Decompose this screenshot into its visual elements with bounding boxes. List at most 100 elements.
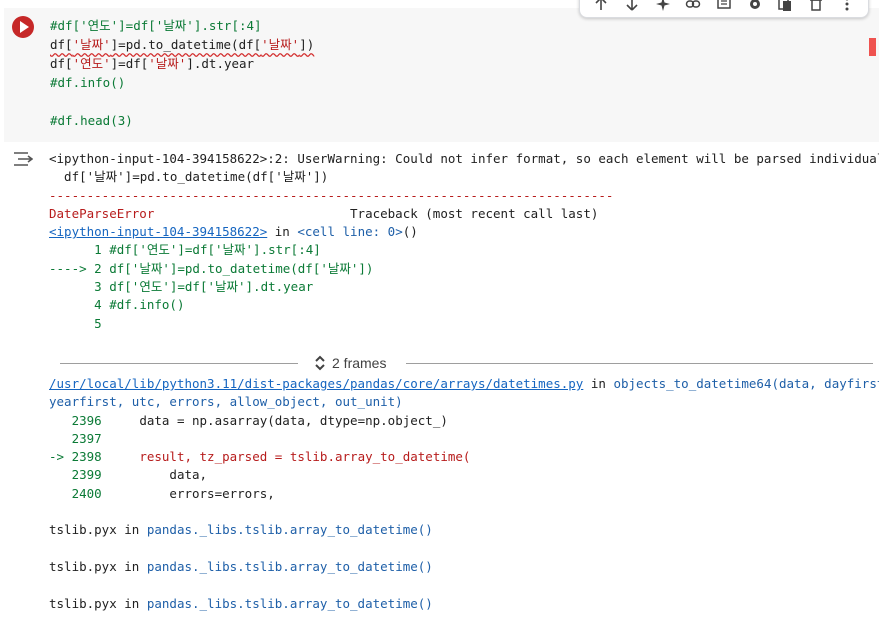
code-token: #df.head(3) <box>50 113 133 128</box>
function-args: yearfirst, utc, errors, allow_object, ou… <box>49 394 403 410</box>
source-code: data = np.asarray(data, dtype=np.object_… <box>109 412 448 428</box>
delete-icon[interactable] <box>805 0 827 15</box>
cell-output-frames: /usr/local/lib/python3.11/dist-packages/… <box>49 375 879 613</box>
frame-location: /usr/local/lib/python3.11/dist-packages/… <box>49 375 879 393</box>
function-name: pandas._libs.tslib.array_to_datetime() <box>146 522 433 538</box>
source-line: 1 #df['연도']=df['날짜'].str[:4] <box>49 241 879 259</box>
traceback-location: <ipython-input-104-394158622> in <cell l… <box>49 223 879 241</box>
source-code: #df['연도']=df['날짜'].str[:4] <box>109 242 321 258</box>
function-args: (data, dayfirst, <box>771 376 879 391</box>
divider <box>406 363 873 364</box>
cell-line-suffix: () <box>402 224 418 240</box>
cell-line-ref: <cell line: 0> <box>297 224 403 240</box>
function-name: pandas._libs.tslib.array_to_datetime() <box>146 595 433 611</box>
tslib-frame: tslib.pyx in pandas._libs.tslib.array_to… <box>49 521 879 539</box>
line-number: 5 <box>49 315 102 331</box>
output-toggle-icon[interactable] <box>13 150 34 168</box>
unfold-icon <box>315 355 325 371</box>
source-line: 3 df['연도']=df['날짜'].dt.year <box>49 278 879 296</box>
line-number: 2400 <box>49 485 110 501</box>
line-number: 2397 <box>49 430 102 446</box>
line-number: 2399 <box>49 467 110 483</box>
line-number: 4 <box>49 297 110 313</box>
in-text: in <box>116 558 147 574</box>
source-line: 4 #df.info() <box>49 296 879 314</box>
comment-icon[interactable] <box>713 0 735 15</box>
frame-file: tslib.pyx <box>49 522 117 538</box>
code-token: ]=pd.to_datetime(df[ <box>110 37 262 52</box>
arrow-up-icon[interactable] <box>590 0 612 15</box>
in-text: in <box>116 595 147 611</box>
tslib-frame: tslib.pyx in pandas._libs.tslib.array_to… <box>49 595 879 613</box>
sparkle-icon[interactable] <box>652 0 674 15</box>
frame-file: tslib.pyx <box>49 558 117 574</box>
divider <box>60 363 298 364</box>
code-line: df['날짜']=pd.to_datetime(df['날짜']) <box>50 35 314 54</box>
traceback-label: Traceback (most recent call last) <box>154 205 599 221</box>
tslib-frame: tslib.pyx in pandas._libs.tslib.array_to… <box>49 558 879 576</box>
gear-icon[interactable] <box>744 0 766 15</box>
traceback-header: DateParseError Traceback (most recent ca… <box>49 205 879 223</box>
code-token: ]=df[ <box>110 56 149 71</box>
line-number: ----> 2 <box>49 260 110 276</box>
frame-line: -> 2398 result, tz_parsed = tslib.array_… <box>49 448 879 466</box>
notebook-cell: #df['연도']=df['날짜'].str[:4] df['날짜']=pd.t… <box>0 0 879 619</box>
more-vert-icon[interactable] <box>836 0 858 15</box>
expand-frames-button[interactable]: 2 frames <box>314 353 386 373</box>
code-token: ].dt.year <box>186 56 255 71</box>
source-code: df['날짜']=pd.to_datetime(df['날짜']) <box>109 260 374 276</box>
input-link[interactable]: <ipython-input-104-394158622> <box>49 224 267 239</box>
code-token: '날짜' <box>148 56 187 71</box>
line-number: 3 <box>49 279 110 295</box>
function-name: objects_to_datetime64 <box>613 376 772 391</box>
code-line: #df.info() <box>50 73 314 92</box>
function-name: pandas._libs.tslib.array_to_datetime() <box>146 558 433 574</box>
error-name: DateParseError <box>49 205 155 221</box>
frames-label: 2 frames <box>332 355 387 371</box>
code-lines[interactable]: #df['연도']=df['날짜'].str[:4] df['날짜']=pd.t… <box>50 16 314 130</box>
source-line: 5 <box>49 315 879 333</box>
cell-toolbar <box>579 0 869 18</box>
frame-file: tslib.pyx <box>49 595 117 611</box>
source-code: #df.info() <box>109 297 185 313</box>
line-number: -> 2398 <box>49 449 110 465</box>
run-cell-button[interactable] <box>12 16 34 38</box>
warning-line: df['날짜']=pd.to_datetime(df['날짜']) <box>49 169 329 185</box>
source-code: data, <box>109 467 208 483</box>
in-text: in <box>267 224 298 240</box>
link-icon[interactable] <box>682 0 704 15</box>
arrow-down-icon[interactable] <box>621 0 643 15</box>
collapsed-frames: 2 frames <box>60 353 873 373</box>
source-code: result, tz_parsed = tslib.array_to_datet… <box>109 449 471 465</box>
source-line: ----> 2 df['날짜']=pd.to_datetime(df['날짜']… <box>49 260 879 278</box>
code-token: '연도' <box>72 56 111 71</box>
source-code: df['연도']=df['날짜'].dt.year <box>109 279 314 295</box>
file-path-link[interactable]: /usr/local/lib/python3.11/dist-packages/… <box>49 376 583 391</box>
frame-line: 2400 errors=errors, <box>49 485 879 503</box>
code-line: df['연도']=df['날짜'].dt.year <box>50 54 314 73</box>
frame-line: 2396 data = np.asarray(data, dtype=np.ob… <box>49 412 879 430</box>
code-token: #df.info() <box>50 75 126 90</box>
code-token: df[ <box>50 56 73 71</box>
code-token: ]) <box>299 37 315 52</box>
line-number: 1 <box>49 242 110 258</box>
warning-line: <ipython-input-104-394158622>:2: UserWar… <box>49 151 879 166</box>
code-token: df[ <box>50 37 73 52</box>
code-line: #df['연도']=df['날짜'].str[:4] <box>50 16 314 35</box>
play-icon <box>19 21 29 33</box>
error-marker <box>869 38 876 56</box>
code-token: '날짜' <box>261 37 300 52</box>
mirror-cell-icon[interactable] <box>774 0 796 15</box>
source-code: errors=errors, <box>109 485 275 501</box>
code-line: #df.head(3) <box>50 111 314 130</box>
frame-line: 2399 data, <box>49 466 879 484</box>
code-token: #df['연도']=df['날짜'].str[:4] <box>50 18 262 33</box>
in-text: in <box>116 522 147 538</box>
code-token: '날짜' <box>72 37 111 52</box>
traceback-divider: ----------------------------------------… <box>49 187 614 203</box>
in-text: in <box>583 376 614 391</box>
